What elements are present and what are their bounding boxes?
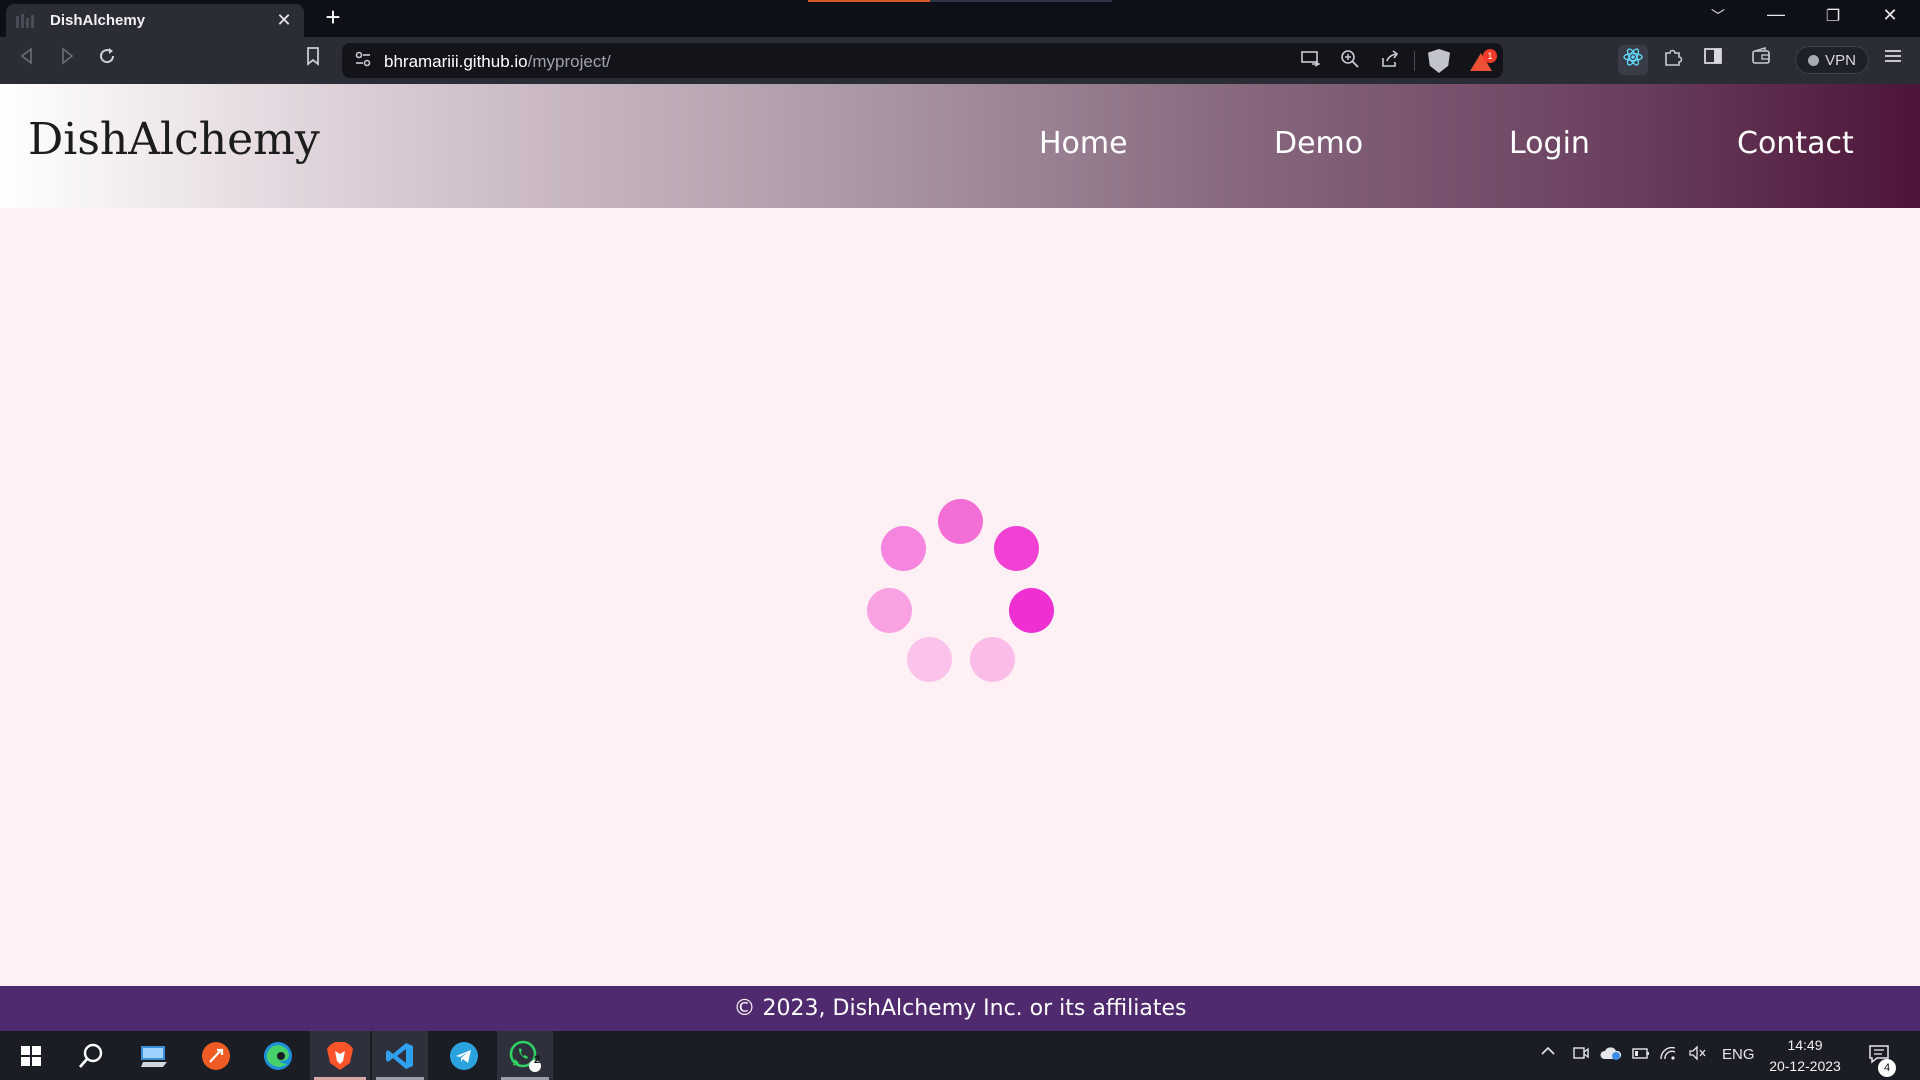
sidebar-toggle-icon[interactable] (1700, 46, 1726, 72)
search-icon[interactable] (62, 1031, 120, 1080)
nav-login-link[interactable]: Login (1509, 126, 1590, 161)
notification-count-badge: 4 (1878, 1059, 1896, 1077)
windows-taskbar: 2 ENG 14:49 20-12-2023 4 (0, 1031, 1920, 1080)
meet-now-icon[interactable] (1572, 1045, 1590, 1065)
show-hidden-icons-chevron-icon[interactable] (1540, 1043, 1556, 1063)
wifi-icon[interactable] (1658, 1045, 1678, 1065)
url-path: /myproject/ (527, 52, 611, 71)
edge-icon[interactable] (249, 1031, 307, 1080)
vpn-button[interactable]: VPN (1795, 46, 1869, 74)
clock-time: 14:49 (1787, 1037, 1823, 1053)
site-logo[interactable]: DishAlchemy (28, 114, 320, 165)
reload-icon[interactable] (94, 46, 120, 72)
tab-title: DishAlchemy (50, 12, 146, 29)
tab-loading-progress (808, 0, 1112, 2)
whatsapp-icon[interactable]: 2 (497, 1031, 553, 1080)
site-header: DishAlchemy Home Demo Login Contact (0, 84, 1920, 208)
web-page: DishAlchemy Home Demo Login Contact © 20… (0, 84, 1920, 1031)
extensions-puzzle-icon[interactable] (1660, 46, 1686, 72)
loader-dot (867, 588, 912, 633)
brave-taskbar-icon[interactable] (310, 1031, 370, 1080)
tab-favicon-icon (16, 13, 36, 28)
close-window-button[interactable]: ✕ (1878, 5, 1902, 26)
react-extension-icon[interactable] (1620, 46, 1646, 72)
nav-home-link[interactable]: Home (1039, 126, 1128, 161)
onedrive-icon[interactable] (1600, 1045, 1622, 1065)
nav-contact-link[interactable]: Contact (1737, 126, 1854, 161)
tab-loading-progress-fill (808, 0, 930, 2)
zoom-icon[interactable] (1338, 49, 1362, 73)
site-footer: © 2023, DishAlchemy Inc. or its affiliat… (0, 986, 1920, 1031)
volume-muted-icon[interactable] (1688, 1045, 1708, 1065)
url-text[interactable]: bhramariii.github.io/myproject/ (384, 52, 611, 72)
rewards-badge: 1 (1483, 49, 1497, 63)
active-tab[interactable]: DishAlchemy ✕ (6, 4, 304, 37)
nav-demo-link[interactable]: Demo (1274, 126, 1363, 161)
new-tab-button[interactable]: + (320, 4, 346, 31)
brave-rewards-icon[interactable]: 1 (1470, 49, 1497, 73)
wallet-icon[interactable] (1748, 46, 1774, 72)
address-bar-divider (1414, 51, 1415, 71)
back-icon[interactable] (14, 46, 40, 72)
tab-strip: DishAlchemy ✕ + ﹀ — ❐ ✕ (0, 0, 1920, 37)
telegram-icon[interactable] (435, 1031, 493, 1080)
whatsapp-badge: 2 (533, 1054, 541, 1066)
loader-dot (994, 526, 1039, 571)
cast-icon[interactable] (1298, 49, 1322, 73)
browser-toolbar: bhramariii.github.io/myproject/ 1 VPN (0, 37, 1920, 84)
input-language[interactable]: ENG (1722, 1046, 1755, 1063)
tab-search-chevron-icon[interactable]: ﹀ (1706, 6, 1730, 26)
start-button[interactable] (2, 1031, 60, 1080)
loader-dot (1009, 588, 1054, 633)
tab-close-icon[interactable]: ✕ (274, 10, 294, 31)
clock-date: 20-12-2023 (1769, 1058, 1841, 1074)
brave-shields-icon[interactable] (1428, 49, 1450, 73)
vpn-label: VPN (1825, 51, 1856, 69)
vpn-status-icon (1808, 54, 1820, 66)
share-icon[interactable] (1378, 49, 1402, 73)
vscode-icon[interactable] (372, 1031, 428, 1080)
restore-button[interactable]: ❐ (1821, 6, 1845, 26)
loader-dot (907, 637, 952, 682)
minimize-button[interactable]: — (1764, 4, 1788, 25)
loader-dot (938, 499, 983, 544)
file-explorer-icon[interactable] (125, 1031, 183, 1080)
address-bar[interactable]: bhramariii.github.io/myproject/ 1 (342, 43, 1503, 78)
loader-dot (970, 637, 1015, 682)
loader-dot (881, 526, 926, 571)
site-settings-icon[interactable] (354, 50, 372, 73)
forward-icon[interactable] (54, 46, 80, 72)
url-host: bhramariii.github.io (384, 52, 528, 71)
postman-icon[interactable] (187, 1031, 245, 1080)
battery-icon[interactable] (1630, 1045, 1650, 1065)
loading-spinner (860, 499, 1060, 699)
bookmark-icon[interactable] (300, 46, 326, 72)
taskbar-clock[interactable]: 14:49 20-12-2023 (1760, 1035, 1850, 1077)
menu-icon[interactable] (1880, 46, 1906, 72)
